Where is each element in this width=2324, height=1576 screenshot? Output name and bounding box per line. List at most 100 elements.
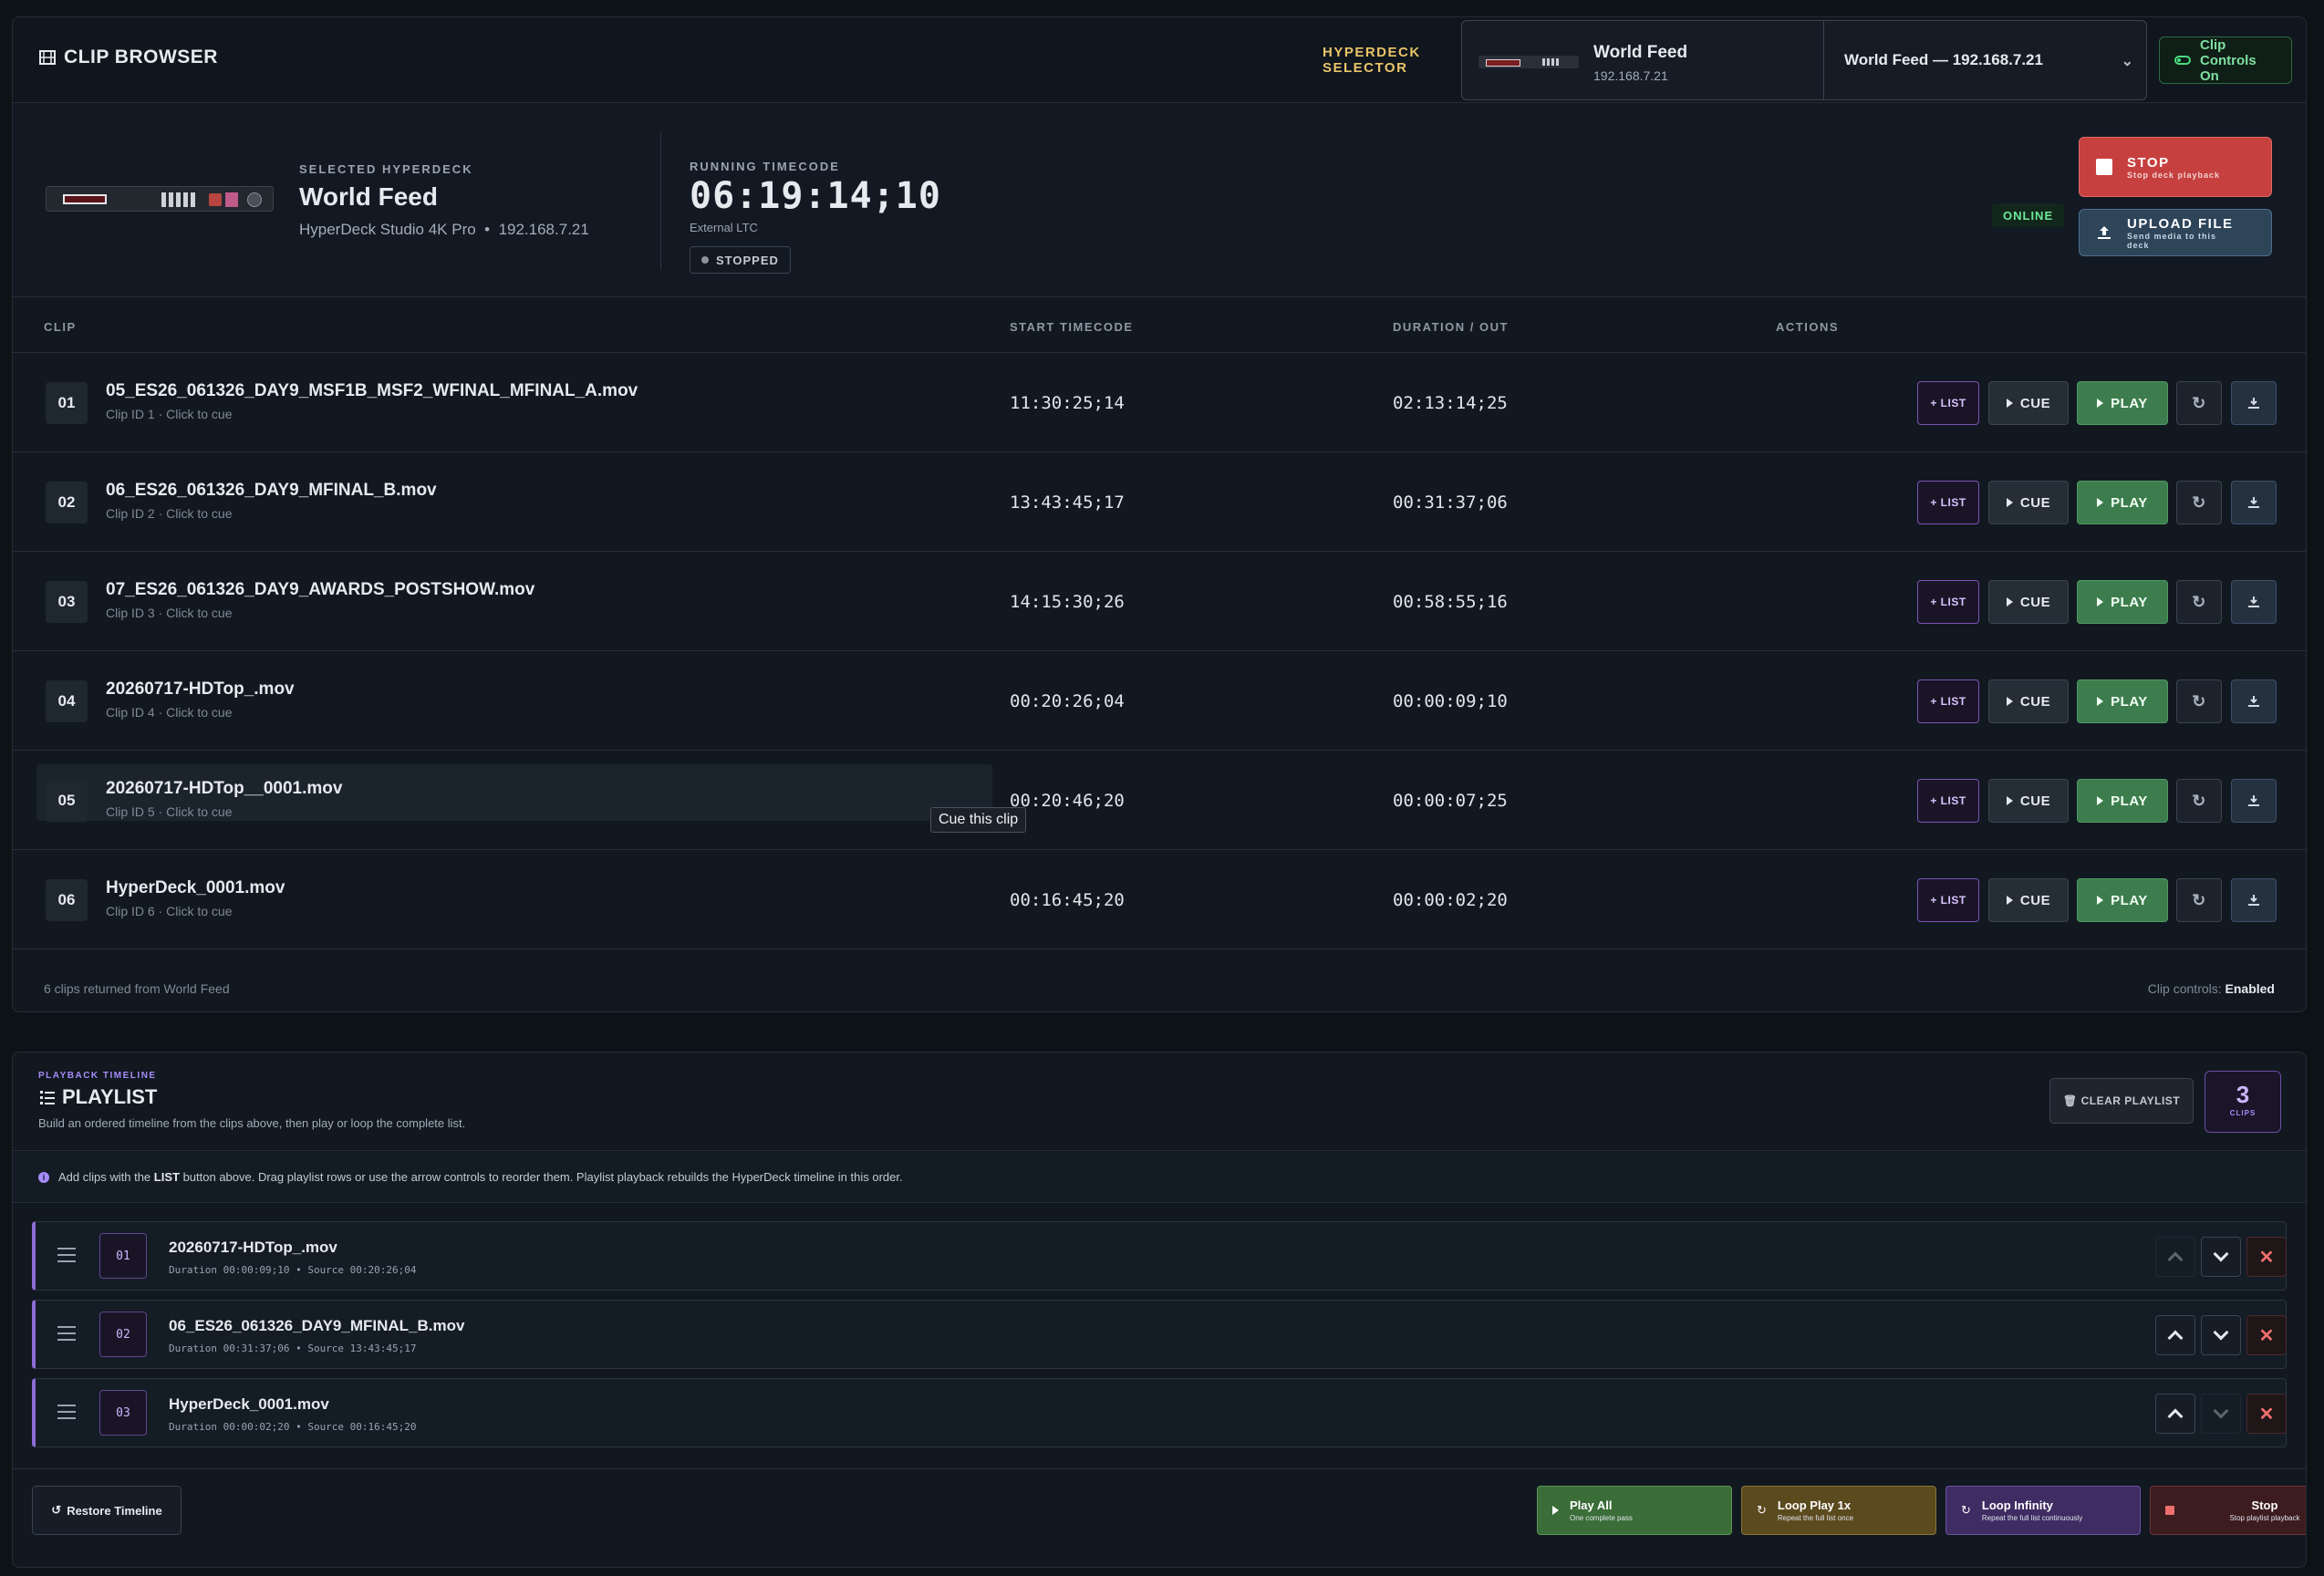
selected-deck-strip: SELECTED HYPERDECK World Feed HyperDeck … (13, 104, 2306, 297)
col-actions: ACTIONS (1776, 320, 1839, 334)
deck-dropdown[interactable]: World Feed — 192.168.7.21 ⌄ (1823, 21, 2146, 99)
move-down-button[interactable] (2201, 1394, 2241, 1434)
clip-row[interactable]: 06 HyperDeck_0001.mov Clip ID 6 · Click … (13, 851, 2306, 949)
cue-button[interactable]: CUE (1988, 878, 2069, 922)
stop-deck-button[interactable]: STOP Stop deck playback (2079, 137, 2272, 197)
clip-name[interactable]: 20260717-HDTop_.mov (106, 679, 295, 700)
clip-name[interactable]: 07_ES26_061326_DAY9_AWARDS_POSTSHOW.mov (106, 580, 534, 600)
add-to-list-button[interactable]: + LIST (1917, 481, 1979, 524)
clip-row[interactable]: 04 20260717-HDTop_.mov Clip ID 4 · Click… (13, 652, 2306, 751)
playlist-row[interactable]: 01 20260717-HDTop_.mov Duration 00:00:09… (32, 1221, 2287, 1291)
play-button[interactable]: PLAY (2077, 779, 2168, 823)
restore-timeline-button[interactable]: ↺ Restore Timeline (32, 1486, 182, 1535)
download-button[interactable] (2231, 580, 2277, 624)
add-to-list-button[interactable]: + LIST (1917, 381, 1979, 425)
refresh-button[interactable]: ↻ (2176, 679, 2222, 723)
refresh-button[interactable]: ↻ (2176, 779, 2222, 823)
clip-browser-panel: CLIP BROWSER HYPERDECK SELECTOR World Fe… (12, 16, 2307, 1012)
close-icon: ✕ (2258, 1247, 2275, 1268)
play-button[interactable]: PLAY (2077, 679, 2168, 723)
deck-selector-card[interactable]: World Feed 192.168.7.21 World Feed — 192… (1461, 20, 2147, 100)
download-button[interactable] (2231, 481, 2277, 524)
clip-name[interactable]: HyperDeck_0001.mov (106, 878, 285, 898)
drag-handle-icon[interactable] (57, 1248, 76, 1262)
download-button[interactable] (2231, 381, 2277, 425)
play-button[interactable]: PLAY (2077, 381, 2168, 425)
add-to-list-button[interactable]: + LIST (1917, 878, 1979, 922)
clip-name[interactable]: 06_ES26_061326_DAY9_MFINAL_B.mov (106, 481, 437, 501)
cue-button[interactable]: CUE (1988, 779, 2069, 823)
playlist-header: PLAYBACK TIMELINE PLAYLIST Build an orde… (13, 1052, 2306, 1151)
play-button[interactable]: PLAY (2077, 481, 2168, 524)
loop-play-1x-button[interactable]: ↻ Loop Play 1x Repeat the full list once (1741, 1486, 1936, 1535)
clip-row[interactable]: 02 06_ES26_061326_DAY9_MFINAL_B.mov Clip… (13, 453, 2306, 552)
cue-button[interactable]: CUE (1988, 580, 2069, 624)
clip-duration: 02:13:14;25 (1393, 393, 1508, 413)
cue-button[interactable]: CUE (1988, 481, 2069, 524)
hyperdeck-image (46, 186, 274, 212)
download-button[interactable] (2231, 878, 2277, 922)
refresh-button[interactable]: ↻ (2176, 580, 2222, 624)
download-icon (2248, 497, 2259, 508)
deck-thumbnail (1478, 56, 1579, 68)
playlist-row[interactable]: 02 06_ES26_061326_DAY9_MFINAL_B.mov Dura… (32, 1300, 2287, 1369)
online-badge: ONLINE (1992, 203, 2065, 227)
remove-button[interactable]: ✕ (2246, 1315, 2287, 1355)
drag-handle-icon[interactable] (57, 1326, 76, 1341)
clip-name[interactable]: 05_ES26_061326_DAY9_MSF1B_MSF2_WFINAL_MF… (106, 381, 638, 401)
col-clip: CLIP (44, 320, 77, 334)
clip-number: 02 (46, 482, 88, 524)
clip-row[interactable]: 05 20260717-HDTop__0001.mov Clip ID 5 · … (13, 752, 2306, 850)
add-to-list-button[interactable]: + LIST (1917, 679, 1979, 723)
cue-button[interactable]: CUE (1988, 381, 2069, 425)
selected-hyperdeck-label: SELECTED HYPERDECK (299, 162, 473, 176)
clip-name[interactable]: 20260717-HDTop__0001.mov (106, 779, 342, 799)
playlist-row[interactable]: 03 HyperDeck_0001.mov Duration 00:00:02;… (32, 1378, 2287, 1447)
divider (660, 131, 661, 270)
info-icon: i (38, 1171, 49, 1183)
list-icon (40, 1091, 55, 1104)
remove-button[interactable]: ✕ (2246, 1237, 2287, 1277)
upload-icon (2098, 226, 2111, 239)
move-down-button[interactable] (2201, 1237, 2241, 1277)
refresh-button[interactable]: ↻ (2176, 481, 2222, 524)
clear-playlist-button[interactable]: 🗑 CLEAR PLAYLIST (2049, 1078, 2194, 1124)
clip-start-timecode: 13:43:45;17 (1010, 493, 1125, 513)
top-bar: CLIP BROWSER HYPERDECK SELECTOR World Fe… (13, 17, 2306, 103)
clip-subtitle: Clip ID 2 · Click to cue (106, 506, 233, 521)
refresh-button[interactable]: ↻ (2176, 381, 2222, 425)
play-icon (2097, 896, 2104, 905)
loop-infinity-button[interactable]: ↻ Loop Infinity Repeat the full list cont… (1945, 1486, 2141, 1535)
download-button[interactable] (2231, 679, 2277, 723)
clip-start-timecode: 11:30:25;14 (1010, 393, 1125, 413)
drag-handle-icon[interactable] (57, 1405, 76, 1419)
chevron-down-icon: ⌄ (2121, 54, 2133, 69)
refresh-button[interactable]: ↻ (2176, 878, 2222, 922)
clip-row[interactable]: 01 05_ES26_061326_DAY9_MSF1B_MSF2_WFINAL… (13, 354, 2306, 452)
chevron-up-icon (2167, 1251, 2184, 1268)
download-button[interactable] (2231, 779, 2277, 823)
close-icon: ✕ (2258, 1404, 2275, 1425)
clip-row[interactable]: 03 07_ES26_061326_DAY9_AWARDS_POSTSHOW.m… (13, 553, 2306, 651)
move-down-button[interactable] (2201, 1315, 2241, 1355)
play-button[interactable]: PLAY (2077, 580, 2168, 624)
chevron-down-icon (2213, 1246, 2229, 1262)
film-icon (39, 50, 56, 65)
clip-controls-toggle[interactable]: Clip Controls On (2159, 36, 2292, 84)
move-up-button[interactable] (2155, 1315, 2195, 1355)
playlist-footer: ↺ Restore Timeline Play All One complete … (13, 1468, 2306, 1567)
cue-icon (2006, 796, 2013, 805)
playlist-description: Build an ordered timeline from the clips… (38, 1116, 466, 1130)
move-up-button[interactable] (2155, 1237, 2195, 1277)
remove-button[interactable]: ✕ (2246, 1394, 2287, 1434)
upload-file-button[interactable]: UPLOAD FILE Send media to this deck (2079, 209, 2272, 256)
timecode-source: External LTC (690, 221, 758, 234)
add-to-list-button[interactable]: + LIST (1917, 779, 1979, 823)
stop-playlist-button[interactable]: Stop Stop playlist playback (2150, 1486, 2306, 1535)
move-up-button[interactable] (2155, 1394, 2195, 1434)
cue-button[interactable]: CUE (1988, 679, 2069, 723)
play-button[interactable]: PLAY (2077, 878, 2168, 922)
add-to-list-button[interactable]: + LIST (1917, 580, 1979, 624)
running-timecode: 06:19:14;10 (690, 175, 941, 217)
play-all-button[interactable]: Play All One complete pass (1537, 1486, 1732, 1535)
